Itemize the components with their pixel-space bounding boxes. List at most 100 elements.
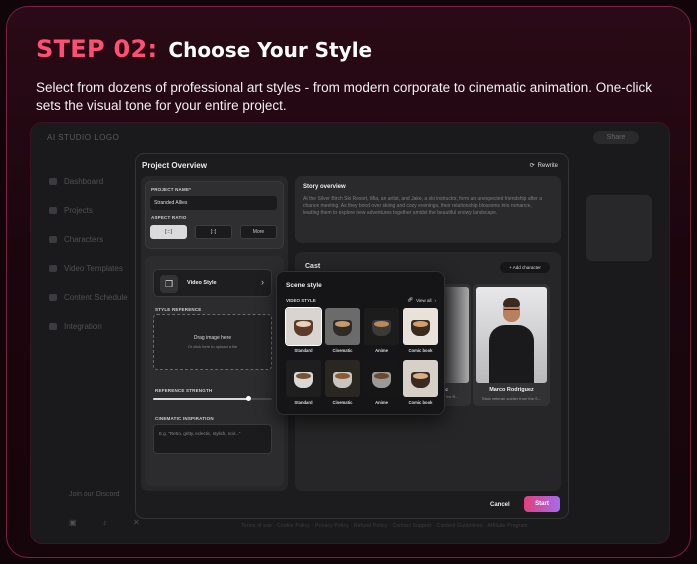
portrait-hair (503, 298, 520, 307)
style-option[interactable]: Standard (285, 307, 322, 356)
chevron-right-icon: › (261, 277, 264, 287)
view-all-button[interactable]: 🔗︎ View all › (407, 297, 436, 303)
coffee-foam (335, 321, 350, 327)
cast-name: Marco Rodriguez (489, 387, 534, 393)
landscape-ratio-icon: [:::] (165, 229, 172, 235)
video-style-selector[interactable]: ❐ Video Style › (153, 269, 272, 297)
cast-title: Cast (305, 263, 321, 270)
style-settings-box: ❐ Video Style › STYLE REFERENCE Drag ima… (145, 256, 284, 486)
style-option[interactable]: Cinematic (325, 360, 360, 408)
app-logo: AI STUDIO LOGO (47, 133, 120, 142)
rewrite-button[interactable]: ⟳ Rewrite (529, 162, 558, 170)
style-thumbnail (285, 307, 322, 346)
coffee-foam (296, 321, 311, 327)
cast-subtitle: n the R... (443, 395, 459, 399)
style-label: Anime (375, 348, 388, 353)
dropzone-subtitle: Or click here to upload a file (187, 344, 238, 349)
style-thumbnail (403, 360, 438, 397)
style-label: Cinematic (332, 400, 353, 405)
link-icon (49, 323, 57, 330)
video-style-section-label: VIDEO STYLE (286, 298, 316, 303)
project-settings-box: PROJECT NAME* Stranded Allies ASPECT RAT… (145, 181, 284, 249)
cinematic-inspiration-label: CINEMATIC INSPIRATION (155, 416, 214, 421)
cast-subtitle: Stoic veteran soldier from the S... (481, 396, 542, 401)
slider-knob[interactable] (246, 396, 252, 401)
step-header: STEP 02: Choose Your Style (36, 35, 372, 63)
style-label: Cinematic (332, 348, 353, 353)
portrait-glasses (504, 309, 519, 312)
cast-photo (443, 287, 469, 383)
cancel-button[interactable]: Cancel (490, 502, 510, 508)
style-option[interactable]: Standard (286, 360, 321, 408)
style-grid: Standard Cinematic Anime Comic book Standard… (285, 307, 438, 408)
ratio-landscape-button[interactable]: [:::] (150, 225, 187, 239)
chevron-right-icon: › (434, 297, 437, 303)
step-title: Choose Your Style (168, 38, 373, 62)
style-thumbnail (364, 360, 399, 397)
reference-strength-label: REFERENCE STRENGTH (155, 388, 213, 393)
share-button[interactable]: Share (593, 131, 639, 144)
user-icon (49, 236, 57, 243)
background-panel (586, 195, 652, 261)
cast-photo (476, 287, 547, 383)
coffee-foam (374, 321, 389, 327)
start-button[interactable]: Start (524, 496, 560, 512)
template-icon (49, 265, 57, 272)
style-reference-label: STYLE REFERENCE (155, 307, 202, 312)
aspect-ratio-label: ASPECT RATIO (151, 215, 187, 220)
cast-card[interactable]: oz n the R... (441, 284, 471, 406)
link-icon: 🔗︎ (407, 297, 414, 302)
style-thumbnail (325, 360, 360, 397)
style-label: Comic book (408, 348, 433, 353)
footer-links: Terms of use · Cookie Policy · Privacy P… (241, 523, 528, 529)
image-dropzone[interactable]: Drag image here Or click here to upload … (153, 314, 272, 370)
ratio-more-button[interactable]: More (240, 225, 277, 239)
reference-strength-slider[interactable] (153, 396, 272, 401)
style-option[interactable]: Comic book (403, 308, 438, 356)
settings-panel: PROJECT NAME* Stranded Allies ASPECT RAT… (141, 176, 288, 491)
project-name-label: PROJECT NAME* (151, 187, 192, 192)
calendar-icon (49, 294, 57, 301)
dropzone-title: Drag image here (193, 335, 232, 341)
coffee-foam (374, 373, 389, 379)
style-thumbnail (364, 308, 399, 345)
story-body: At the Silver Birch Ski Resort, Mia, an … (303, 196, 542, 217)
modal-title: Project Overview (142, 161, 207, 170)
style-option[interactable]: Cinematic (325, 308, 360, 356)
coffee-foam (413, 321, 428, 327)
add-character-button[interactable]: + Add character (500, 262, 550, 273)
square-ratio-icon: [::] (210, 229, 217, 235)
coffee-foam (413, 373, 428, 379)
slider-fill (153, 398, 249, 400)
video-style-label: Video Style (187, 280, 217, 286)
coffee-foam (335, 373, 350, 379)
style-option[interactable]: Anime (364, 308, 399, 356)
story-title: Story overview (303, 184, 346, 190)
portrait-body (489, 325, 534, 383)
video-style-icon: ❐ (160, 275, 178, 293)
step-number: STEP 02: (36, 35, 158, 63)
style-thumbnail (286, 360, 321, 397)
style-label: Standard (294, 400, 313, 405)
coffee-foam (296, 373, 311, 379)
style-thumbnail (325, 308, 360, 345)
style-label: Anime (375, 400, 388, 405)
refresh-icon: ⟳ (529, 163, 535, 169)
social-icons: ▣ ♪ ✕ (69, 518, 152, 527)
step-description: Select from dozens of professional art s… (36, 80, 653, 113)
style-label: Standard (294, 348, 313, 353)
style-label: Comic book (408, 400, 433, 405)
folder-icon (49, 207, 57, 214)
scene-style-title: Scene style (286, 282, 322, 289)
project-name-input[interactable]: Stranded Allies (150, 196, 277, 210)
ratio-square-button[interactable]: [::] (195, 225, 232, 239)
scene-style-popup: Scene style VIDEO STYLE 🔗︎ View all › St… (276, 271, 445, 415)
style-option[interactable]: Anime (364, 360, 399, 408)
dashboard-icon (49, 178, 57, 185)
cinematic-inspiration-input[interactable]: E.g. "Retro, gritty, eclectic, stylish, … (153, 424, 272, 454)
cast-card[interactable]: Marco Rodriguez Stoic veteran soldier fr… (473, 284, 550, 406)
story-overview-panel: Story overview At the Silver Birch Ski R… (295, 176, 561, 243)
discord-link[interactable]: Join our Discord (69, 491, 120, 498)
style-option[interactable]: Comic book (403, 360, 438, 408)
style-thumbnail (403, 308, 438, 345)
